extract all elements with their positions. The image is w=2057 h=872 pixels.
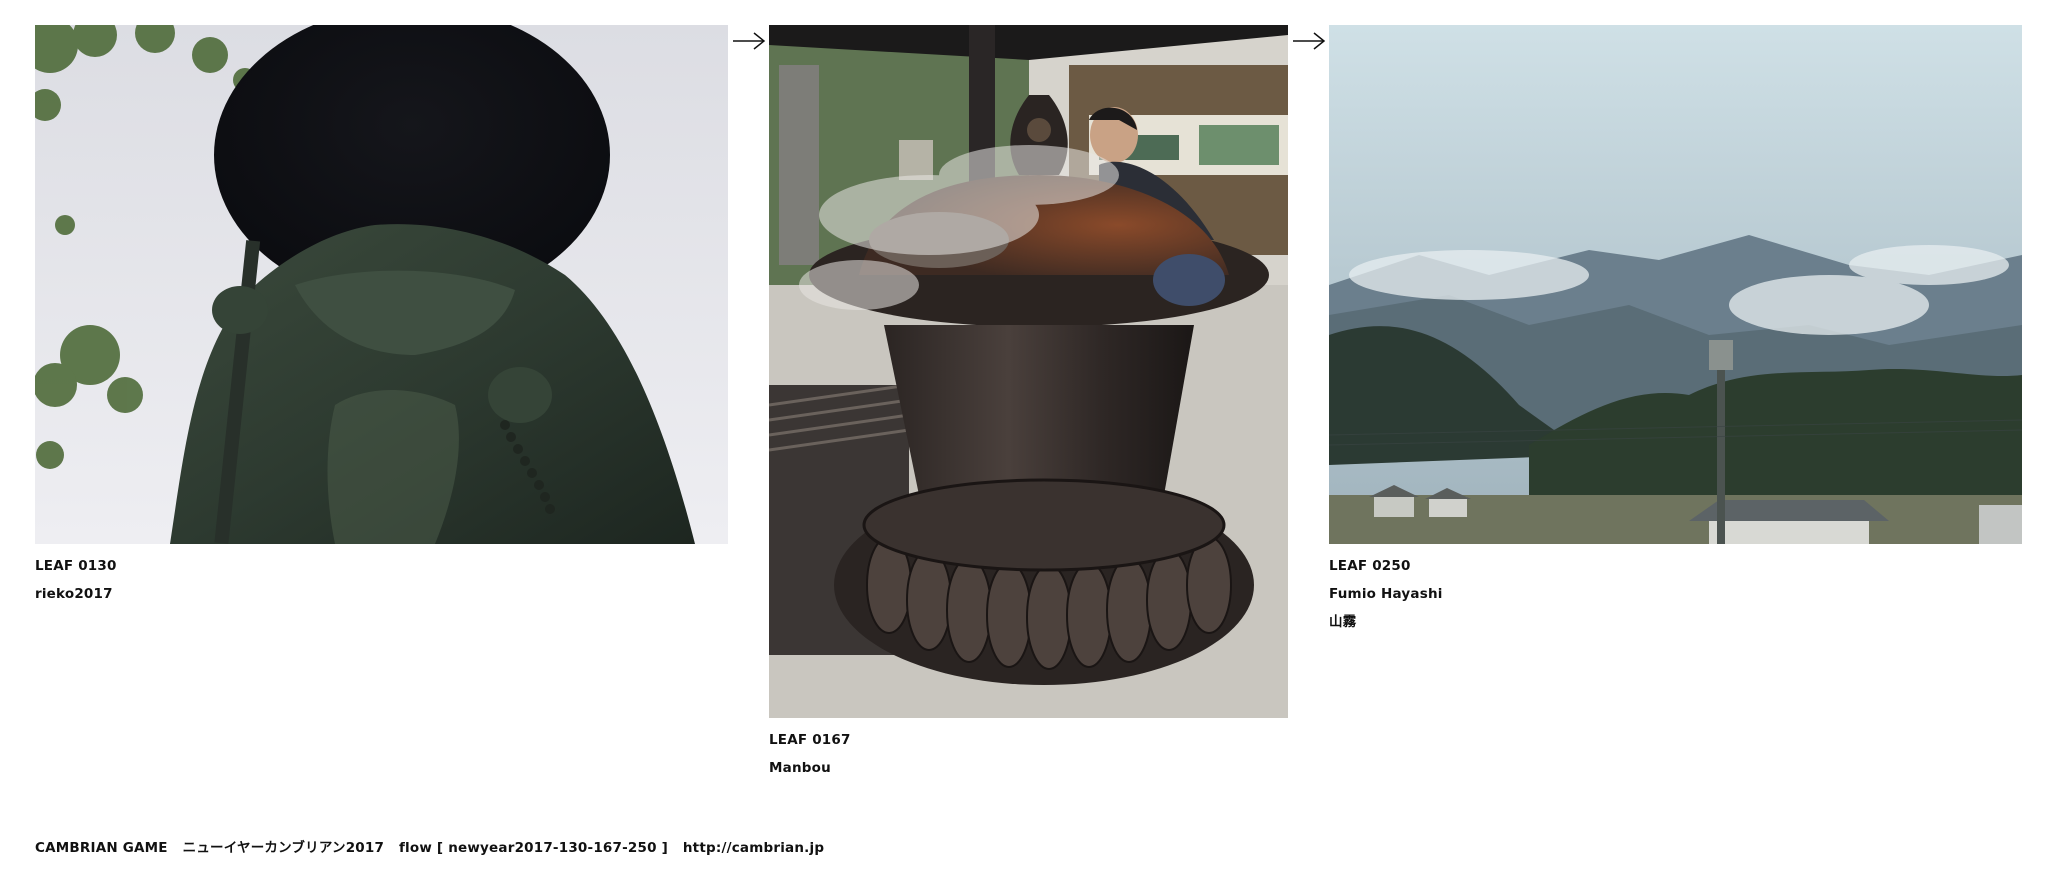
leaf-photo-0250[interactable]	[1329, 25, 2022, 544]
misty-mountains-photo	[1329, 25, 2022, 544]
footer: CAMBRIAN GAME ニューイヤーカンブリアン2017 flow [ ne…	[35, 836, 824, 856]
arrow-right-icon	[1293, 32, 1326, 50]
leaf-label: LEAF 0130	[35, 558, 117, 574]
leaf-card-0250: LEAF 0250 Fumio Hayashi 山霧	[1329, 25, 2022, 636]
flow-id: flow [ newyear2017-130-167-250 ]	[398, 840, 668, 856]
leaf-label: LEAF 0167	[769, 732, 851, 748]
site-url-link[interactable]: http://cambrian.jp	[683, 840, 824, 856]
event-name[interactable]: ニューイヤーカンブリアン2017	[183, 840, 384, 856]
leaf-label: LEAF 0250	[1329, 558, 1411, 574]
leaf-photo-0130[interactable]	[35, 25, 728, 544]
arrow-right-icon	[733, 32, 766, 50]
leaf-author[interactable]: rieko2017	[35, 580, 728, 608]
jizo-statue-photo	[35, 25, 728, 544]
leaf-author[interactable]: Fumio Hayashi	[1329, 580, 2022, 608]
incense-burner-photo	[769, 25, 1288, 718]
leaf-title: 山霧	[1329, 614, 1357, 630]
leaf-author[interactable]: Manbou	[769, 754, 1288, 782]
leaf-card-0130: LEAF 0130 rieko2017	[35, 25, 728, 608]
site-name[interactable]: CAMBRIAN GAME	[35, 840, 168, 856]
leaf-card-0167: LEAF 0167 Manbou	[769, 25, 1288, 782]
leaf-photo-0167[interactable]	[769, 25, 1288, 718]
